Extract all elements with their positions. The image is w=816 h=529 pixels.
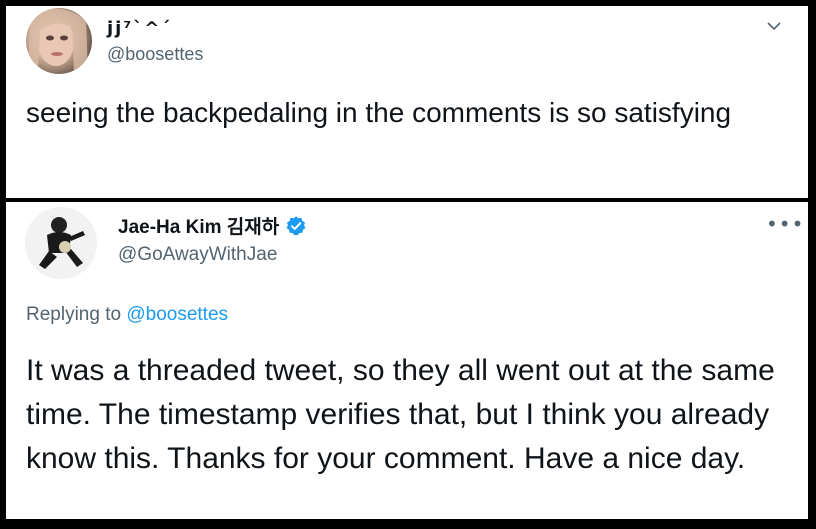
display-name[interactable]: jj⁷`^´ bbox=[107, 18, 172, 39]
chevron-down-icon[interactable] bbox=[766, 18, 782, 34]
avatar-photo bbox=[25, 207, 97, 279]
avatar-photo bbox=[28, 8, 88, 74]
display-name-row[interactable]: Jae-Ha Kim 김재하 bbox=[118, 212, 307, 239]
screenshot-frame: jj⁷`^´ @boosettes seeing the backpedalin… bbox=[0, 0, 816, 529]
tweet-card-original: jj⁷`^´ @boosettes seeing the backpedalin… bbox=[6, 6, 808, 198]
tweet-text: seeing the backpedaling in the comments … bbox=[26, 97, 732, 128]
more-icon[interactable]: ••• bbox=[766, 212, 804, 236]
verified-badge-icon bbox=[286, 215, 306, 235]
tweet-card-reply: Jae-Ha Kim 김재하 @GoAwayWithJae ••• Replyi… bbox=[6, 202, 808, 519]
replying-prefix: Replying to bbox=[26, 304, 122, 325]
user-handle[interactable]: @boosettes bbox=[107, 44, 203, 65]
avatar[interactable] bbox=[25, 207, 97, 279]
replying-to: Replying to @boosettes bbox=[26, 304, 228, 326]
avatar[interactable] bbox=[26, 8, 92, 74]
user-handle[interactable]: @GoAwayWithJae bbox=[118, 244, 277, 266]
mention-link[interactable]: @boosettes bbox=[126, 304, 228, 325]
display-name[interactable]: Jae-Ha Kim 김재하 bbox=[118, 212, 279, 239]
tweet-text: It was a threaded tweet, so they all wen… bbox=[26, 354, 775, 475]
